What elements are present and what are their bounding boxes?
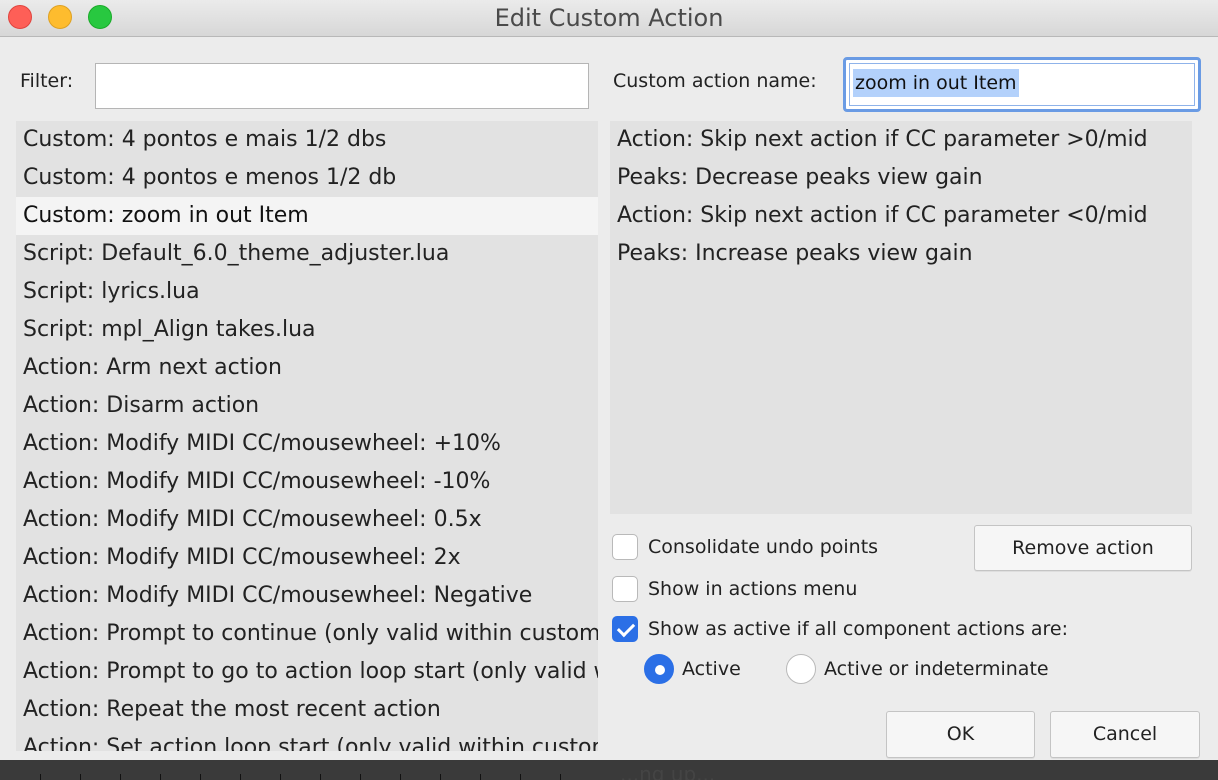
action-list-item[interactable]: Action: Prompt to continue (only valid w… (16, 615, 598, 653)
action-list-item[interactable]: Action: Arm next action (16, 349, 598, 387)
remove-action-button[interactable]: Remove action (974, 525, 1192, 571)
action-list-item[interactable]: Action: Modify MIDI CC/mousewheel: -10% (16, 463, 598, 501)
action-list-item[interactable]: Custom: 4 pontos e menos 1/2 db (16, 159, 598, 197)
timeline-tick (480, 774, 481, 780)
show-as-active-label: Show as active if all component actions … (648, 618, 1069, 640)
timeline-tick (120, 774, 121, 780)
custom-action-name-label: Custom action name: (613, 70, 817, 92)
timeline-tick (240, 774, 241, 780)
timeline-tick (360, 774, 361, 780)
active-or-indeterminate-label: Active or indeterminate (824, 658, 1049, 680)
timeline-tick (320, 774, 321, 780)
active-radio-label: Active (682, 658, 741, 680)
consolidate-undo-checkbox[interactable] (612, 534, 638, 560)
active-radio[interactable] (644, 654, 674, 684)
timeline-tick (80, 774, 81, 780)
action-list-item[interactable]: Custom: zoom in out Item (16, 197, 598, 235)
available-actions-list[interactable]: Custom: 4 pontos e mais 1/2 dbs Custom: 4… (16, 121, 598, 751)
edit-custom-action-dialog: Edit Custom Action Filter: Custom action… (0, 0, 1218, 760)
action-list-item[interactable]: Script: lyrics.lua (16, 273, 598, 311)
step-list-item[interactable]: Action: Skip next action if CC parameter… (610, 197, 1192, 235)
action-list-item[interactable]: Action: Modify MIDI CC/mousewheel: +10% (16, 425, 598, 463)
custom-action-name-value: zoom in out Item (853, 69, 1019, 97)
custom-action-steps-list[interactable]: Action: Skip next action if CC parameter… (610, 121, 1192, 514)
timeline-tick (520, 774, 521, 780)
show-in-menu-label: Show in actions menu (648, 578, 858, 600)
action-list-item[interactable]: Action: Prompt to go to action loop star… (16, 653, 598, 691)
zoom-window-button[interactable] (88, 5, 112, 29)
action-list-item[interactable]: Action: Modify MIDI CC/mousewheel: Negat… (16, 577, 598, 615)
show-as-active-checkbox[interactable] (612, 616, 638, 642)
action-list-item[interactable]: Action: Set action loop start (only vali… (16, 729, 598, 751)
timeline-tick (560, 774, 561, 780)
filter-input[interactable] (95, 63, 589, 109)
action-list-item[interactable]: Script: mpl_Align takes.lua (16, 311, 598, 349)
background-app-strip: ...ng up... (0, 760, 1218, 780)
action-list-item[interactable]: Action: Repeat the most recent action (16, 691, 598, 729)
filter-label: Filter: (20, 70, 74, 92)
action-list-item[interactable]: Custom: 4 pontos e mais 1/2 dbs (16, 121, 598, 159)
action-list-item[interactable]: Action: Disarm action (16, 387, 598, 425)
consolidate-undo-label: Consolidate undo points (648, 536, 879, 558)
step-list-item[interactable]: Peaks: Decrease peaks view gain (610, 159, 1192, 197)
action-list-item[interactable]: Script: Default_6.0_theme_adjuster.lua (16, 235, 598, 273)
timeline-tick (400, 774, 401, 780)
action-list-item[interactable]: Action: Modify MIDI CC/mousewheel: 2x (16, 539, 598, 577)
show-in-menu-checkbox[interactable] (612, 576, 638, 602)
ok-button[interactable]: OK (886, 711, 1035, 758)
minimize-window-button[interactable] (48, 5, 72, 29)
timeline-tick (160, 774, 161, 780)
active-or-indeterminate-radio[interactable] (786, 654, 816, 684)
window-title: Edit Custom Action (494, 4, 724, 32)
custom-action-name-input[interactable]: zoom in out Item (843, 57, 1201, 112)
cancel-button[interactable]: Cancel (1050, 711, 1200, 758)
timeline-tick (440, 774, 441, 780)
step-list-item[interactable]: Action: Skip next action if CC parameter… (610, 121, 1192, 159)
action-list-item[interactable]: Action: Modify MIDI CC/mousewheel: 0.5x (16, 501, 598, 539)
step-list-item[interactable]: Peaks: Increase peaks view gain (610, 235, 1192, 273)
timeline-tick (40, 774, 41, 780)
timeline-tick (280, 774, 281, 780)
close-window-button[interactable] (8, 5, 32, 29)
background-text: ...ng up... (620, 762, 716, 780)
timeline-tick (200, 774, 201, 780)
title-bar: Edit Custom Action (0, 0, 1218, 37)
